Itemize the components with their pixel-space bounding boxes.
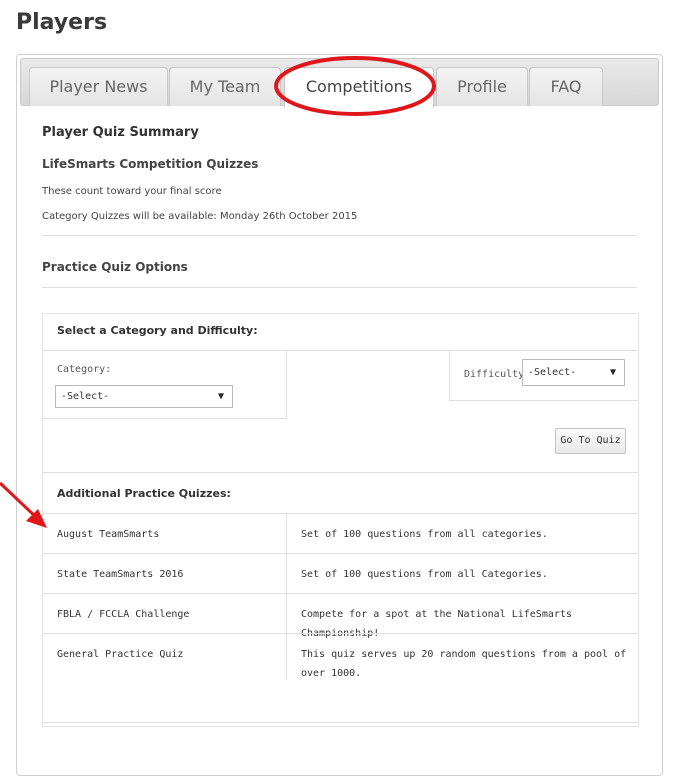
score-note: These count toward your final score [42,186,222,197]
divider [43,722,638,723]
additional-quizzes-heading: Additional Practice Quizzes: [57,487,231,500]
divider [43,350,638,351]
difficulty-select-value: -Select- [528,367,577,378]
difficulty-select[interactable]: -Select- ▼ [522,359,625,386]
chevron-down-icon: ▼ [609,367,616,378]
tab-profile[interactable]: Profile [436,67,528,106]
quiz-row[interactable]: State TeamSmarts 2016 Set of 100 questio… [43,553,638,594]
quiz-summary-heading: Player Quiz Summary [42,125,199,140]
players-panel: Player News My Team Competitions Profile… [16,54,663,776]
availability-note: Category Quizzes will be available: Mond… [42,211,358,222]
quiz-name[interactable]: August TeamSmarts [57,529,159,540]
divider [449,400,638,401]
category-select-value: -Select- [61,391,110,402]
quiz-description: Set of 100 questions from all Categories… [301,569,548,580]
chevron-down-icon: ▼ [217,391,224,402]
tab-my-team[interactable]: My Team [169,67,281,106]
quiz-name[interactable]: State TeamSmarts 2016 [57,569,183,580]
divider [286,350,287,418]
quiz-row[interactable]: August TeamSmarts Set of 100 questions f… [43,513,638,554]
divider [449,350,450,400]
divider [42,287,637,288]
tab-faq[interactable]: FAQ [529,67,603,106]
quiz-row[interactable]: FBLA / FCCLA Challenge Compete for a spo… [43,593,638,639]
divider [43,472,638,473]
select-heading: Select a Category and Difficulty: [57,324,258,337]
practice-box: Select a Category and Difficulty: Catego… [42,313,639,727]
difficulty-label: Difficulty: [464,369,531,380]
tab-competitions[interactable]: Competitions [284,67,434,108]
category-label: Category: [57,364,112,375]
divider [43,418,287,419]
quiz-description: This quiz serves up 20 random questions … [301,649,627,679]
quiz-name[interactable]: General Practice Quiz [57,649,183,660]
tab-bar: Player News My Team Competitions Profile… [20,58,659,108]
competition-quizzes-heading: LifeSmarts Competition Quizzes [42,157,259,171]
quiz-row[interactable]: General Practice Quiz This quiz serves u… [43,633,638,694]
quiz-name[interactable]: FBLA / FCCLA Challenge [57,609,189,620]
quiz-description: Set of 100 questions from all categories… [301,529,548,540]
category-select[interactable]: -Select- ▼ [55,385,233,408]
practice-options-heading: Practice Quiz Options [42,260,188,274]
page-title: Players [16,10,108,35]
divider [42,235,637,236]
go-to-quiz-button[interactable]: Go To Quiz [555,428,626,454]
tab-player-news[interactable]: Player News [29,67,168,106]
